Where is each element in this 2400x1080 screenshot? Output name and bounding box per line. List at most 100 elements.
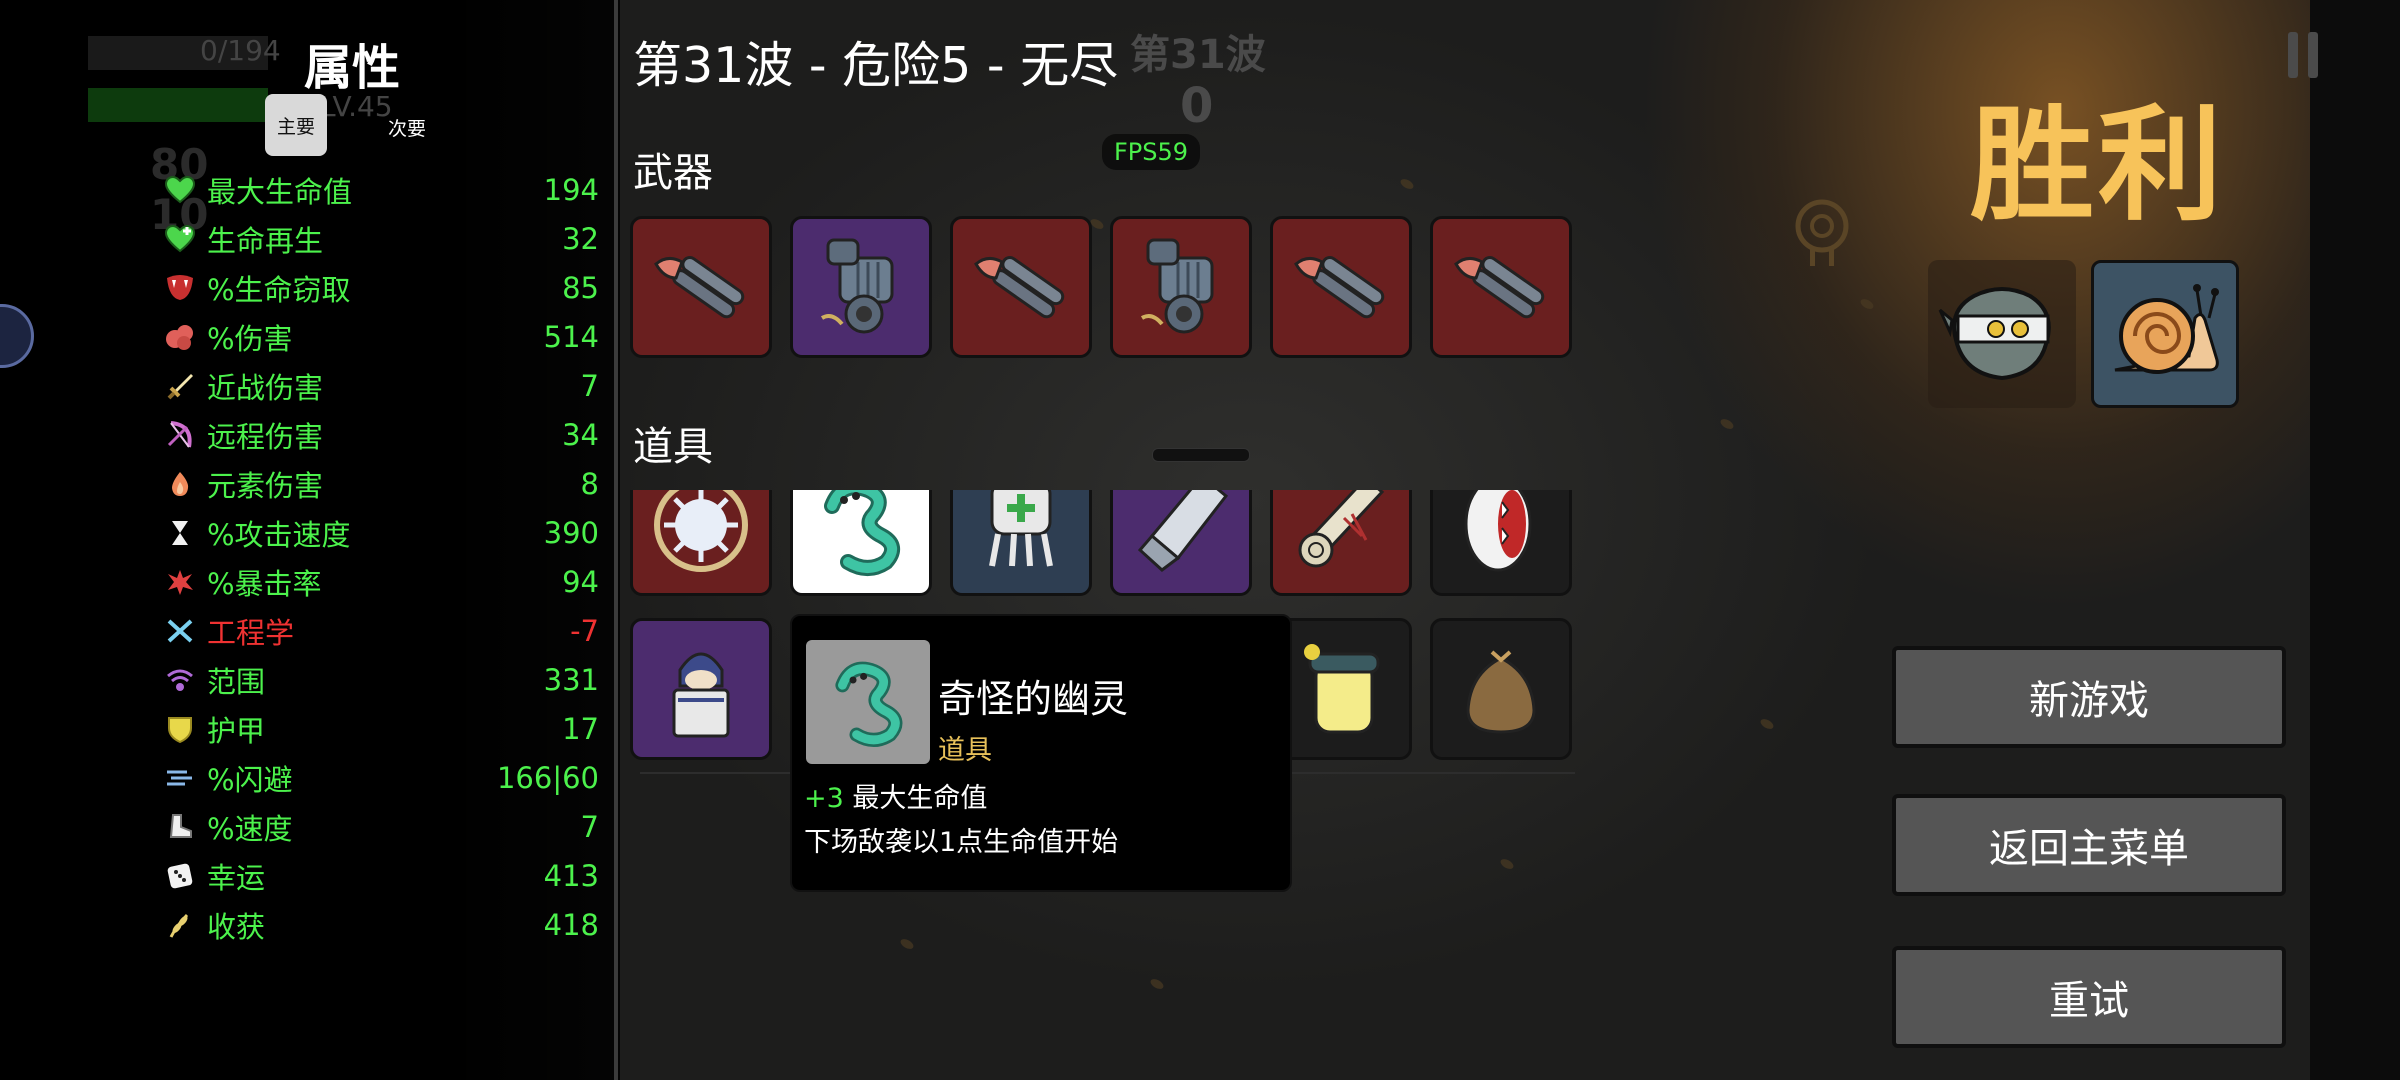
flame-icon	[163, 467, 197, 501]
stat-row-lifesteal[interactable]: %生命窃取 85	[163, 266, 599, 310]
double-barrel-shotgun-icon	[974, 256, 1065, 319]
panel-divider	[614, 0, 618, 1080]
strange-ghost-icon	[835, 661, 903, 747]
stat-label: 范围	[207, 665, 266, 699]
weapon-slot[interactable]	[1270, 216, 1412, 358]
wave-title: 第31波 - 危险5 - 无尽	[633, 37, 1119, 94]
hud-wave-text: 第31波	[1130, 32, 1266, 78]
item-slot[interactable]	[1110, 490, 1252, 596]
tooltip-effect-stat: 最大生命值	[852, 783, 988, 814]
tab-secondary-stats[interactable]: 次要	[388, 114, 426, 141]
stat-label: %生命窃取	[207, 273, 351, 307]
items-scroll-indicator[interactable]	[1152, 448, 1250, 462]
double-barrel-shotgun-icon	[1454, 256, 1545, 319]
weapon-slot[interactable]	[790, 216, 932, 358]
double-barrel-shotgun-icon	[1294, 256, 1385, 319]
item-slot[interactable]	[1270, 490, 1412, 596]
new-game-button[interactable]: 新游戏	[1892, 646, 2286, 748]
tooltip-item-image	[806, 640, 930, 764]
stat-value: 390	[543, 516, 599, 550]
shield-icon	[163, 712, 197, 746]
stat-label: 远程伤害	[207, 420, 324, 454]
victory-title: 胜利	[1970, 94, 2227, 238]
stat-row-attack-speed[interactable]: %攻击速度 390	[163, 511, 599, 555]
weapon-slot[interactable]	[1110, 216, 1252, 358]
stat-value: -7	[570, 614, 599, 648]
tooltip-description: 下场敌袭以1点生命值开始	[804, 827, 1119, 858]
weapon-slot[interactable]	[630, 216, 772, 358]
stat-value: 85	[562, 271, 599, 305]
double-barrel-shotgun-icon	[654, 256, 745, 319]
item-slot[interactable]	[630, 618, 772, 760]
stat-value: 7	[580, 810, 599, 844]
stat-row-max-hp[interactable]: 最大生命值 194	[163, 168, 599, 212]
heart-icon	[163, 173, 197, 207]
stat-label: %闪避	[207, 763, 293, 797]
stat-value: 413	[543, 859, 599, 893]
wrench-icon	[163, 614, 197, 648]
stat-value: 17	[562, 712, 599, 746]
hud-xp-text: 0/194	[200, 34, 281, 67]
weapon-slot[interactable]	[1430, 216, 1572, 358]
hud-health-bar	[88, 88, 268, 122]
stat-label: %速度	[207, 812, 293, 846]
stat-label: 生命再生	[207, 224, 324, 258]
stat-row-engineering[interactable]: 工程学 -7	[163, 609, 599, 653]
stat-label: %暴击率	[207, 567, 322, 601]
character-slot[interactable]	[2091, 260, 2239, 408]
stat-value: 32	[562, 222, 599, 256]
stat-row-dodge[interactable]: %闪避 166|60	[163, 756, 599, 800]
pause-icon[interactable]	[2288, 32, 2298, 78]
muscle-icon	[163, 320, 197, 354]
stat-value: 514	[543, 320, 599, 354]
dice-icon	[163, 859, 197, 893]
stat-row-harvest[interactable]: 收获 418	[163, 903, 599, 947]
blade-icon	[1137, 490, 1229, 572]
strange-ghost-icon	[824, 490, 900, 576]
stat-value: 94	[562, 565, 599, 599]
weapon-slot[interactable]	[950, 216, 1092, 358]
pause-icon[interactable]	[2308, 32, 2318, 78]
stat-row-luck[interactable]: 幸运 413	[163, 854, 599, 898]
stat-row-hp-regen[interactable]: 生命再生 32	[163, 217, 599, 261]
boot-icon	[163, 810, 197, 844]
dodge-wind-icon	[163, 761, 197, 795]
hooded-merchant-icon	[672, 652, 730, 738]
range-signal-icon	[163, 663, 197, 697]
crit-burst-icon	[163, 565, 197, 599]
spiked-orb-icon	[654, 490, 748, 572]
retry-button[interactable]: 重试	[1892, 946, 2286, 1048]
stat-row-range[interactable]: 范围 331	[163, 658, 599, 702]
main-menu-button[interactable]: 返回主菜单	[1892, 794, 2286, 896]
stat-row-speed[interactable]: %速度 7	[163, 805, 599, 849]
stat-label: %伤害	[207, 322, 293, 356]
lemonade-jar-icon	[1304, 644, 1380, 734]
stat-row-crit[interactable]: %暴击率 94	[163, 560, 599, 604]
stat-row-damage[interactable]: %伤害 514	[163, 315, 599, 359]
stat-label: 工程学	[207, 616, 295, 650]
hourglass-icon	[163, 516, 197, 550]
stat-label: 收获	[207, 910, 266, 944]
stat-row-elemental[interactable]: 元素伤害 8	[163, 462, 599, 506]
item-slot[interactable]	[1430, 618, 1572, 760]
stat-value: 418	[543, 908, 599, 942]
stat-row-melee[interactable]: 近战伤害 7	[163, 364, 599, 408]
scroll-icon	[1298, 490, 1385, 568]
ninja-character-icon	[1938, 287, 2051, 381]
stat-value: 7	[580, 369, 599, 403]
stat-row-armor[interactable]: 护甲 17	[163, 707, 599, 751]
tooltip-effect-value: +3	[804, 783, 844, 814]
poop-bag-icon	[1466, 650, 1536, 734]
bow-icon	[163, 418, 197, 452]
item-slot[interactable]	[950, 490, 1092, 596]
character-slot[interactable]	[1928, 260, 2076, 408]
tooltip-item-name: 奇怪的幽灵	[938, 677, 1129, 721]
item-slot-selected[interactable]	[790, 490, 932, 596]
item-slot[interactable]	[630, 490, 772, 596]
stat-row-ranged[interactable]: 远程伤害 34	[163, 413, 599, 457]
tab-primary-stats[interactable]: 主要	[265, 94, 327, 156]
stat-label: 最大生命值	[207, 175, 353, 209]
items-label: 道具	[633, 424, 713, 470]
item-slot[interactable]	[1430, 490, 1572, 596]
stat-label: 幸运	[207, 861, 266, 895]
